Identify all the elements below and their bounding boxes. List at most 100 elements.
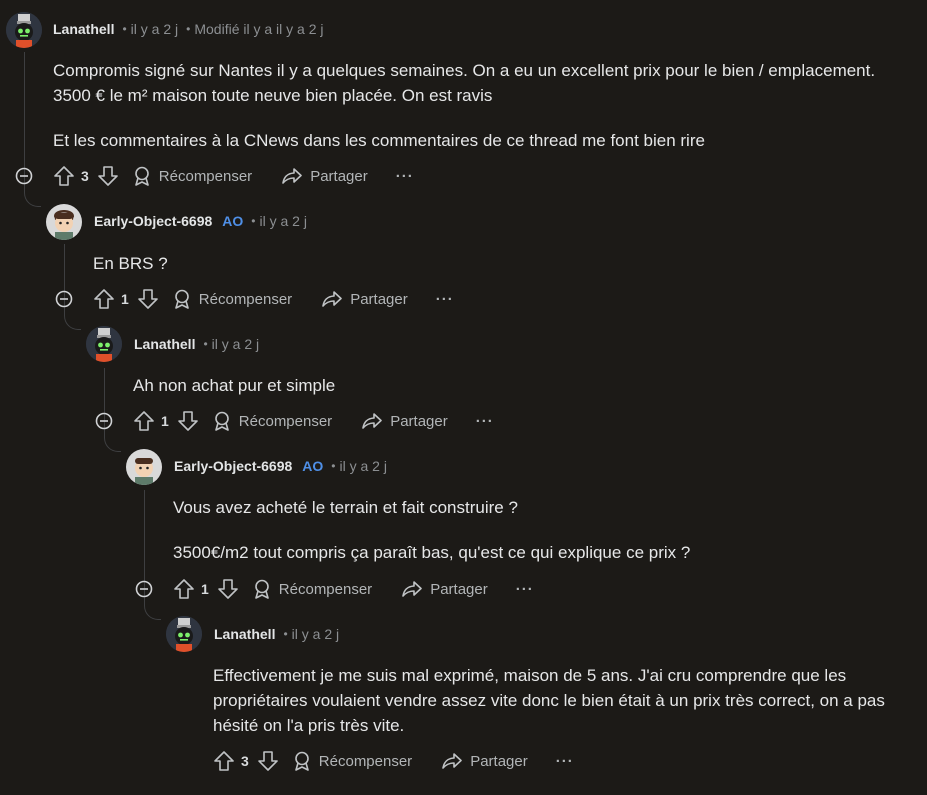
award-button[interactable]: Récompenser <box>133 166 252 186</box>
share-arrow-icon <box>442 753 462 769</box>
award-button[interactable]: Récompenser <box>293 751 412 771</box>
avatar[interactable] <box>6 12 42 48</box>
share-arrow-icon <box>322 291 342 307</box>
vote-count: 3 <box>241 753 249 769</box>
upvote-button[interactable] <box>93 288 115 310</box>
award-button[interactable]: Récompenser <box>213 411 332 431</box>
op-badge: AO <box>302 458 324 474</box>
person-avatar-icon <box>46 204 82 240</box>
award-button[interactable]: Récompenser <box>173 289 292 309</box>
vote-count: 1 <box>201 581 209 597</box>
share-button[interactable]: Partager <box>442 752 528 770</box>
award-icon <box>134 166 149 186</box>
author-name[interactable]: Early-Object-6698 <box>174 458 292 474</box>
collapse-button[interactable] <box>135 580 153 598</box>
downvote-arrow-icon <box>137 289 158 309</box>
timestamp[interactable]: il y a 2 j <box>260 213 307 229</box>
more-options-button[interactable]: ··· <box>516 581 534 598</box>
share-label: Partager <box>390 412 448 430</box>
share-button[interactable]: Partager <box>282 167 368 185</box>
comment-actions: 1 Récompenser Partager ··· <box>173 575 534 603</box>
comment-meta: Early-Object-6698 AO • il y a 2 j <box>94 213 307 229</box>
award-button[interactable]: Récompenser <box>253 579 372 599</box>
upvote-arrow-icon <box>134 411 154 431</box>
separator-dot: • <box>122 22 127 36</box>
upvote-button[interactable] <box>213 750 235 772</box>
separator-dot: • <box>283 627 288 641</box>
robot-avatar-icon <box>6 12 42 48</box>
avatar[interactable] <box>46 204 82 240</box>
share-arrow-icon <box>402 581 422 597</box>
award-label: Récompenser <box>198 290 293 308</box>
share-arrow-icon <box>362 413 382 429</box>
avatar[interactable] <box>166 616 202 652</box>
upvote-button[interactable] <box>53 165 75 187</box>
vote-count: 3 <box>81 168 89 184</box>
share-label: Partager <box>350 290 408 308</box>
award-label: Récompenser <box>158 167 253 185</box>
collapse-button[interactable] <box>95 412 113 430</box>
author-name[interactable]: Lanathell <box>134 336 195 352</box>
timestamp[interactable]: il y a 2 j <box>212 336 259 352</box>
share-button[interactable]: Partager <box>322 290 408 308</box>
comment-actions: 3 Récompenser Partager ··· <box>213 747 574 775</box>
upvote-button[interactable] <box>133 410 155 432</box>
separator-dot: • <box>251 214 256 228</box>
downvote-button[interactable] <box>217 578 239 600</box>
more-options-button[interactable]: ··· <box>396 168 414 185</box>
comment-meta: Early-Object-6698 AO • il y a 2 j <box>174 458 387 474</box>
comment-paragraph: Compromis signé sur Nantes il y a quelqu… <box>53 61 876 80</box>
comment-actions: 1 Récompenser Partager ··· <box>93 285 454 313</box>
collapse-icon <box>95 412 113 430</box>
award-label: Récompenser <box>238 412 333 430</box>
upvote-button[interactable] <box>173 578 195 600</box>
downvote-button[interactable] <box>97 165 119 187</box>
comment-body: Effectivement je me suis mal exprimé, ma… <box>213 663 913 738</box>
robot-avatar-icon <box>86 326 122 362</box>
comment-meta: Lanathell • il y a 2 j • Modifié il y a … <box>53 21 324 37</box>
op-badge: AO <box>222 213 244 229</box>
robot-avatar-icon <box>166 616 202 652</box>
more-options-button[interactable]: ··· <box>436 291 454 308</box>
collapse-icon <box>135 580 153 598</box>
collapse-button[interactable] <box>55 290 73 308</box>
more-options-button[interactable]: ··· <box>556 753 574 770</box>
upvote-arrow-icon <box>54 166 74 186</box>
separator-dot: • <box>203 337 208 351</box>
upvote-arrow-icon <box>174 579 194 599</box>
more-options-button[interactable]: ··· <box>476 413 494 430</box>
author-name[interactable]: Lanathell <box>53 21 114 37</box>
timestamp[interactable]: il y a 2 j <box>340 458 387 474</box>
person-avatar-icon <box>126 449 162 485</box>
separator-dot: • <box>186 22 191 36</box>
downvote-button[interactable] <box>257 750 279 772</box>
downvote-button[interactable] <box>177 410 199 432</box>
comment-paragraph: 3500€/m2 tout compris ça paraît bas, qu'… <box>173 543 691 562</box>
comment-paragraph: Et les commentaires à la CNews dans les … <box>53 131 705 150</box>
vote-count: 1 <box>121 291 129 307</box>
comment-paragraph: Vous avez acheté le terrain et fait cons… <box>173 498 518 517</box>
comment-body: Ah non achat pur et simple <box>133 373 893 398</box>
share-label: Partager <box>430 580 488 598</box>
comment-actions: 3 Récompenser Partager ··· <box>53 162 414 190</box>
comment-body: Vous avez acheté le terrain et fait cons… <box>173 495 903 565</box>
share-label: Partager <box>470 752 528 770</box>
timestamp[interactable]: il y a 2 j <box>292 626 339 642</box>
downvote-button[interactable] <box>137 288 159 310</box>
avatar[interactable] <box>86 326 122 362</box>
downvote-arrow-icon <box>177 411 198 431</box>
share-arrow-icon <box>282 168 302 184</box>
award-icon <box>254 579 269 599</box>
share-button[interactable]: Partager <box>402 580 488 598</box>
comment-meta: Lanathell • il y a 2 j <box>214 626 339 642</box>
avatar[interactable] <box>126 449 162 485</box>
author-name[interactable]: Early-Object-6698 <box>94 213 212 229</box>
share-button[interactable]: Partager <box>362 412 448 430</box>
comment-paragraph: 3500 € le m² maison toute neuve bien pla… <box>53 86 493 105</box>
collapse-button[interactable] <box>15 167 33 185</box>
award-label: Récompenser <box>278 580 373 598</box>
timestamp[interactable]: il y a 2 j <box>131 21 178 37</box>
separator-dot: • <box>331 459 336 473</box>
comment-paragraph: Ah non achat pur et simple <box>133 376 336 395</box>
author-name[interactable]: Lanathell <box>214 626 275 642</box>
